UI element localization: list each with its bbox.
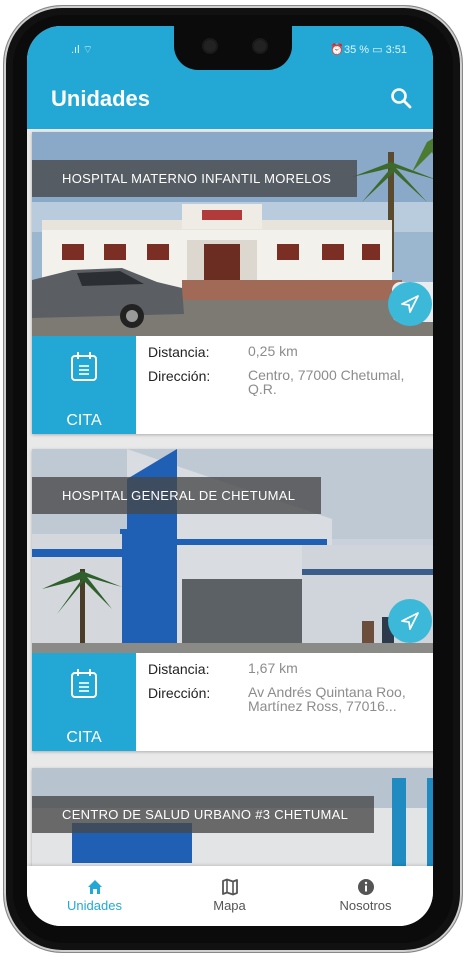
- unit-card[interactable]: CENTRO DE SALUD URBANO #3 CHETUMAL: [32, 768, 433, 866]
- distance-value: 0,25 km: [248, 344, 298, 358]
- tab-label: Nosotros: [339, 898, 392, 913]
- unit-name: CENTRO DE SALUD URBANO #3 CHETUMAL: [32, 796, 375, 833]
- page-title: Unidades: [51, 86, 151, 111]
- unit-name: HOSPITAL MATERNO INFANTIL MORELOS: [32, 160, 358, 197]
- unit-details: Distancia: 1,67 km Dirección: Av Andrés …: [148, 661, 433, 723]
- signal-status: .ıl ⌔: [71, 44, 93, 56]
- unit-details: Distancia: 0,25 km Dirección: Centro, 77…: [148, 344, 433, 406]
- navigate-button[interactable]: [388, 282, 432, 326]
- distance-label: Distancia:: [148, 661, 210, 677]
- address-label: Dirección:: [148, 685, 211, 701]
- cita-label: CITA: [66, 412, 102, 429]
- unit-photo: CENTRO DE SALUD URBANO #3 CHETUMAL: [32, 768, 433, 866]
- navigate-button[interactable]: [388, 599, 432, 643]
- address-value: Av Andrés Quintana Roo, Martínez Ross, 7…: [248, 685, 406, 713]
- navigation-arrow-icon: [401, 612, 419, 630]
- unit-info: CITA Distancia: 1,67 km Dirección: Av An…: [32, 653, 433, 751]
- units-list[interactable]: HOSPITAL MATERNO INFANTIL MORELOS CITA D…: [27, 129, 433, 866]
- unit-photo: HOSPITAL GENERAL DE CHETUMAL: [32, 449, 433, 653]
- search-icon[interactable]: [389, 86, 413, 110]
- status-icons: ⏰35 % ▭ 3:51: [330, 44, 407, 56]
- unit-name: HOSPITAL GENERAL DE CHETUMAL: [32, 477, 322, 514]
- unit-photo: HOSPITAL MATERNO INFANTIL MORELOS: [32, 132, 433, 336]
- front-camera: [204, 40, 216, 52]
- distance-value: 1,67 km: [248, 661, 298, 675]
- tab-label: Unidades: [67, 898, 122, 913]
- navigation-arrow-icon: [401, 295, 419, 313]
- tab-nosotros[interactable]: Nosotros: [298, 866, 433, 926]
- unit-card[interactable]: HOSPITAL MATERNO INFANTIL MORELOS CITA D…: [32, 132, 433, 434]
- address-row: Dirección: Centro, 77000 Chetumal, Q.R.: [148, 368, 433, 396]
- tab-label: Mapa: [213, 898, 246, 913]
- bottom-navigation: Unidades Mapa Nosotros: [27, 866, 433, 926]
- cita-button[interactable]: CITA: [32, 336, 136, 434]
- calendar-icon: [71, 669, 97, 698]
- home-icon: [87, 880, 102, 894]
- front-sensor: [254, 40, 266, 52]
- address-value: Centro, 77000 Chetumal, Q.R.: [248, 368, 405, 396]
- distance-row: Distancia: 1,67 km: [148, 661, 433, 677]
- unit-info: CITA Distancia: 0,25 km Dirección: Centr…: [32, 336, 433, 434]
- map-icon: [221, 878, 238, 896]
- tab-mapa[interactable]: Mapa: [162, 866, 297, 926]
- tab-unidades[interactable]: Unidades: [27, 866, 162, 926]
- address-row: Dirección: Av Andrés Quintana Roo, Martí…: [148, 685, 433, 713]
- cita-label: CITA: [66, 729, 102, 746]
- unit-card[interactable]: HOSPITAL GENERAL DE CHETUMAL CITA Distan…: [32, 449, 433, 751]
- calendar-icon: [71, 352, 97, 381]
- info-icon: [357, 879, 374, 895]
- cita-button[interactable]: CITA: [32, 653, 136, 751]
- screen: .ıl ⌔ ⏰35 % ▭ 3:51 Unidades HOSPITAL MAT…: [27, 26, 433, 926]
- distance-label: Distancia:: [148, 344, 210, 360]
- address-label: Dirección:: [148, 368, 211, 384]
- camera-notch: [174, 26, 292, 70]
- distance-row: Distancia: 0,25 km: [148, 344, 433, 360]
